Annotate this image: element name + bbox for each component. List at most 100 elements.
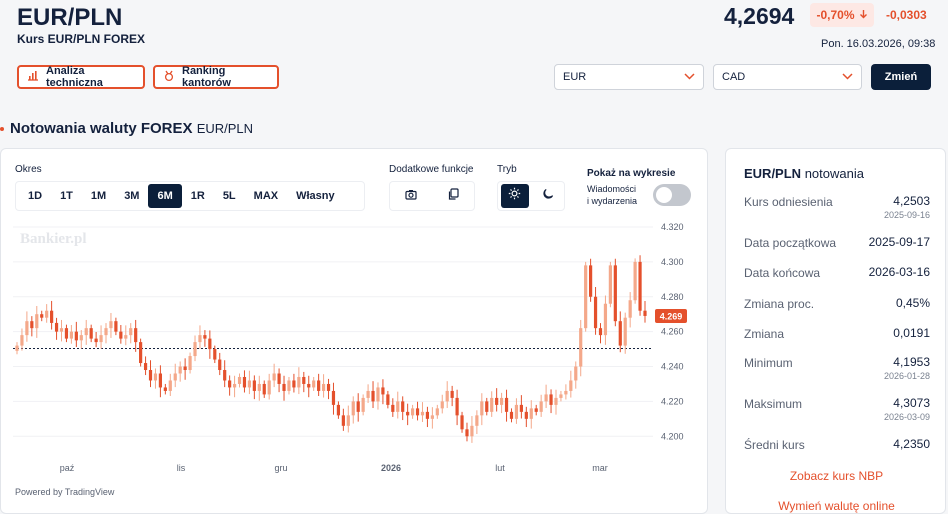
powered-by-label: Powered by TradingView	[15, 487, 115, 497]
exchange-online-link[interactable]: Wymień walutę online	[726, 499, 947, 513]
candle-body	[114, 321, 118, 332]
candle-body	[213, 349, 217, 360]
dark-mode-button[interactable]	[534, 184, 562, 208]
period-1m[interactable]: 1M	[82, 184, 115, 208]
summary-row-date: 2025-09-16	[883, 210, 930, 220]
light-mode-button[interactable]	[500, 184, 529, 208]
period-max[interactable]: MAX	[245, 184, 287, 208]
candle-body	[168, 380, 172, 391]
currency-to-select[interactable]: CAD	[713, 64, 862, 90]
candlestick-chart[interactable]: Bankier.pl 4.320 4.300 4.280 4.260 4.240 4.220…	[1, 223, 707, 513]
candle-body	[376, 387, 380, 402]
period-5l[interactable]: 5L	[214, 184, 245, 208]
candle-body	[633, 261, 637, 301]
summary-title-rest: notowania	[804, 166, 864, 181]
exchange-ranking-button[interactable]: Ranking kantorów	[153, 65, 279, 89]
candle-body	[569, 380, 573, 391]
candle-body	[252, 380, 256, 391]
y-tick-label: 4.200	[661, 431, 684, 441]
summary-row-label: Kurs odniesienia	[744, 195, 833, 209]
candle-body	[35, 314, 39, 329]
last-price-label: 4.269	[660, 311, 683, 321]
candle-body	[465, 429, 469, 437]
candle-body	[470, 425, 474, 437]
candle-body	[554, 397, 558, 405]
copy-icon[interactable]	[448, 187, 459, 205]
summary-row-date: 2026-03-09	[883, 412, 930, 422]
candle-body	[618, 321, 622, 346]
candle-body	[203, 335, 207, 339]
candle-body	[143, 363, 148, 371]
candle-body	[623, 317, 627, 346]
candle-body	[198, 335, 202, 343]
candle-body	[435, 408, 439, 416]
mode-selector	[497, 181, 565, 211]
candle-body	[129, 328, 133, 336]
bar-chart-icon	[27, 70, 39, 84]
candle-body	[613, 265, 617, 322]
candle-body	[287, 380, 291, 391]
candle-body	[163, 387, 167, 391]
candle-body	[336, 404, 341, 416]
candle-body	[391, 404, 395, 412]
change-currency-button[interactable]: Zmień	[871, 64, 931, 90]
candle-body	[317, 380, 321, 391]
events-label-line1: Wiadomości	[587, 184, 637, 194]
summary-row-label: Data końcowa	[744, 266, 821, 280]
quotes-summary-card: EUR/PLN notowania Kurs odniesienia 4,2503…	[725, 148, 946, 514]
candle-body	[153, 373, 158, 381]
candle-body	[79, 335, 83, 341]
candle-body	[257, 383, 261, 391]
section-title-text: Notowania waluty FOREX	[10, 120, 193, 137]
candle-body	[356, 401, 360, 412]
summary-title-pair: EUR/PLN	[744, 166, 802, 181]
candle-body	[638, 261, 642, 311]
currency-to-value: CAD	[722, 71, 746, 83]
candle-body	[20, 335, 24, 346]
candle-body	[490, 397, 494, 412]
candle-body	[64, 328, 69, 339]
candle-body	[559, 394, 563, 398]
chevron-down-icon	[684, 71, 695, 83]
candle-body	[119, 331, 123, 339]
candle-body	[598, 328, 603, 336]
candle-body	[549, 394, 553, 405]
chevron-down-icon	[842, 71, 853, 83]
candle-body	[74, 331, 78, 341]
candle-body	[45, 310, 49, 318]
candle-body	[593, 296, 598, 329]
candle-body	[139, 342, 143, 364]
camera-icon[interactable]	[405, 187, 417, 205]
x-tick-label: mar	[592, 463, 608, 473]
currency-from-select[interactable]: EUR	[554, 64, 704, 90]
period-1r[interactable]: 1R	[182, 184, 214, 208]
currency-from-value: EUR	[563, 71, 587, 83]
candle-body	[351, 401, 355, 416]
period-1t[interactable]: 1T	[51, 184, 82, 208]
period-6m[interactable]: 6M	[148, 184, 182, 208]
period-label: Okres	[15, 164, 42, 175]
news-events-toggle[interactable]	[653, 184, 691, 206]
x-tick-label: 2026	[381, 463, 401, 473]
period-custom[interactable]: Własny	[287, 184, 344, 208]
candle-body	[247, 380, 252, 388]
summary-row-date: 2026-01-28	[883, 371, 930, 381]
candle-body	[450, 390, 454, 398]
candle-body	[277, 373, 281, 384]
candle-body	[84, 328, 88, 336]
nbp-rate-link[interactable]: Zobacz kurs NBP	[726, 469, 947, 483]
candle-body	[361, 397, 365, 412]
section-title-pair: EUR/PLN	[196, 121, 254, 136]
candle-body	[262, 383, 266, 395]
candle-body	[302, 376, 306, 384]
candle-body	[519, 404, 523, 412]
period-3m[interactable]: 3M	[115, 184, 148, 208]
candle-body	[406, 411, 410, 416]
candle-body	[440, 401, 444, 409]
pct-change-value: -0,70%	[816, 8, 855, 22]
summary-row-value: 2025-09-17	[868, 235, 930, 249]
period-1d[interactable]: 1D	[19, 184, 51, 208]
candle-body	[218, 359, 222, 371]
abs-change-value: -0,0303	[886, 8, 927, 22]
technical-analysis-button[interactable]: Analiza techniczna	[17, 65, 145, 89]
